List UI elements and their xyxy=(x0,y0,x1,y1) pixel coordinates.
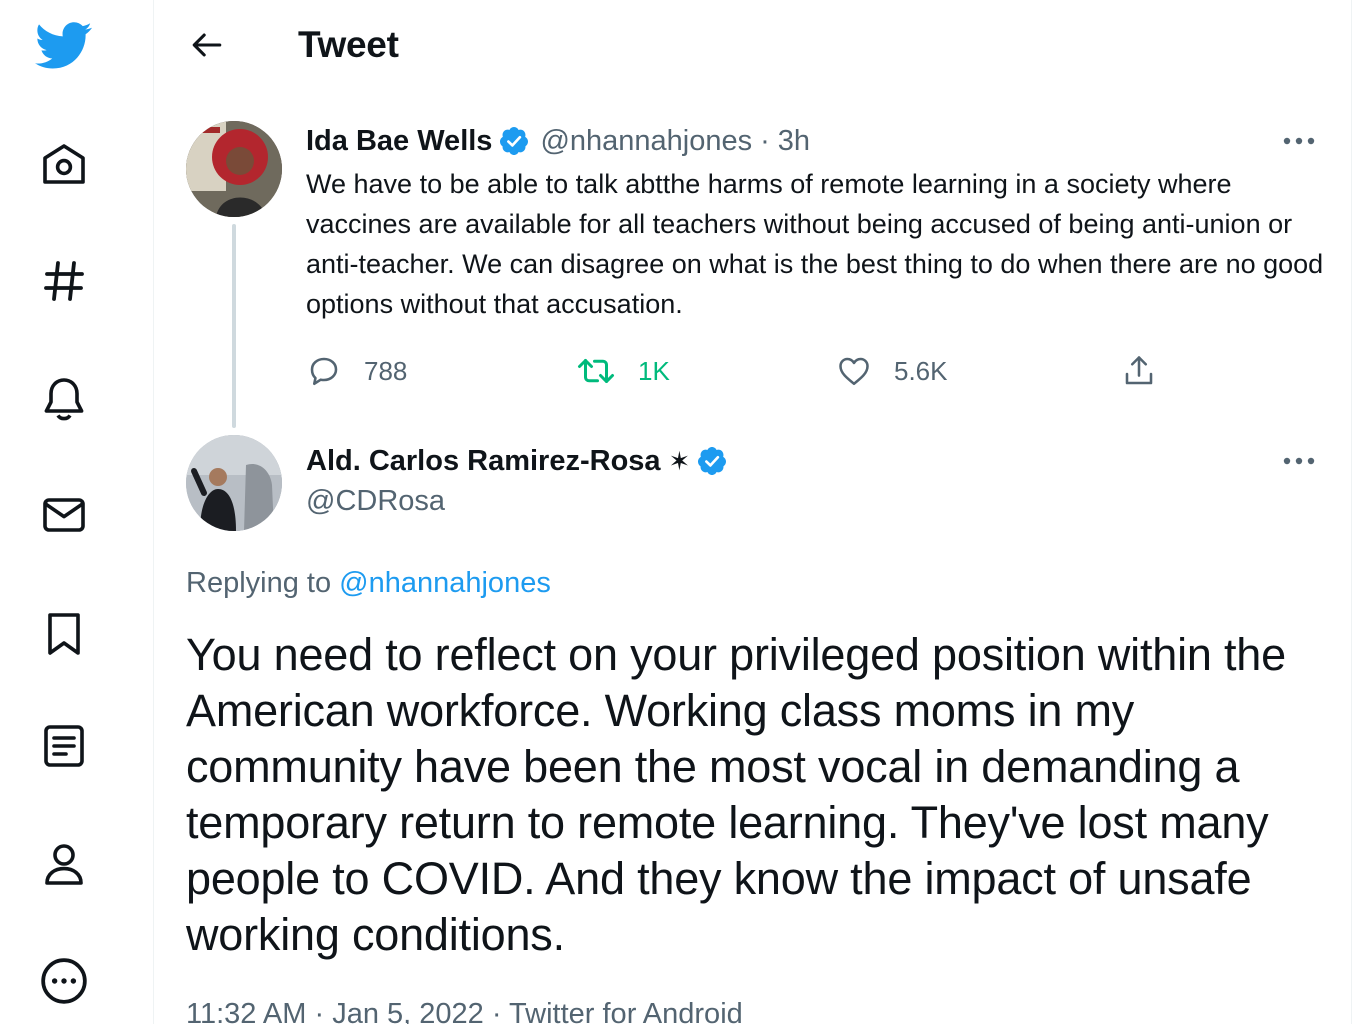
back-button[interactable] xyxy=(182,20,232,70)
tweet-metadata: 11:32 AM · Jan 5, 2022 · Twitter for And… xyxy=(186,994,743,1024)
reply-button[interactable]: 788 xyxy=(306,346,407,396)
tweet-date[interactable]: Jan 5, 2022 xyxy=(332,998,484,1024)
avatar[interactable] xyxy=(186,435,282,531)
author-handle[interactable]: @nhannahjones xyxy=(540,125,752,158)
bookmarks-icon[interactable] xyxy=(26,596,102,672)
more-dots-icon xyxy=(1283,137,1315,145)
retweet-button[interactable]: 1K xyxy=(576,346,670,396)
share-icon xyxy=(1125,356,1153,385)
avatar[interactable] xyxy=(186,121,282,217)
author-handle[interactable]: @CDRosa xyxy=(306,480,445,522)
avatar-image xyxy=(186,121,282,217)
tweet-more-button[interactable] xyxy=(1279,121,1319,161)
replying-to-handle-link[interactable]: @nhannahjones xyxy=(339,567,551,599)
explore-hashtag-icon[interactable] xyxy=(26,243,102,319)
reply-count: 788 xyxy=(364,355,408,386)
main-column: Tweet Ida Bae Wells @nhannahjones · 3h W… xyxy=(154,0,1352,1024)
messages-envelope-icon[interactable] xyxy=(26,477,102,553)
replying-to-label: Replying to xyxy=(186,567,332,599)
heart-icon xyxy=(839,357,869,386)
tweet-actions-bar: 788 1K 5.6K xyxy=(306,346,1206,396)
replying-to-line: Replying to @nhannahjones xyxy=(186,562,551,604)
share-button[interactable] xyxy=(1121,346,1157,396)
like-count: 5.6K xyxy=(894,355,948,386)
author-display-name[interactable]: Ida Bae Wells xyxy=(306,125,492,158)
back-arrow-icon xyxy=(192,33,222,57)
parent-author-row: Ida Bae Wells @nhannahjones · 3h xyxy=(306,120,810,162)
page-header: Tweet xyxy=(154,0,1351,90)
more-dots-icon xyxy=(1283,457,1315,465)
sidebar-nav xyxy=(0,0,154,1024)
retweet-count: 1K xyxy=(638,355,670,386)
like-button[interactable]: 5.6K xyxy=(836,346,948,396)
separator-dot: · xyxy=(760,124,770,157)
tweet-source: Twitter for Android xyxy=(509,998,743,1024)
tweet-timestamp[interactable]: 3h xyxy=(778,125,810,158)
verified-badge-icon xyxy=(696,445,728,477)
twitter-logo-icon[interactable] xyxy=(26,8,102,84)
lists-icon[interactable] xyxy=(26,708,102,784)
tweet-more-button[interactable] xyxy=(1279,441,1319,481)
reply-bubble-icon xyxy=(310,357,338,386)
name-star-symbol: ✶ xyxy=(668,445,691,476)
notifications-bell-icon[interactable] xyxy=(26,361,102,437)
author-display-name[interactable]: Ald. Carlos Ramirez-Rosa xyxy=(306,445,661,478)
avatar-image xyxy=(186,435,282,531)
more-icon[interactable] xyxy=(26,943,102,1019)
retweet-icon xyxy=(578,359,614,383)
page-title: Tweet xyxy=(298,24,399,65)
app-window: Tweet Ida Bae Wells @nhannahjones · 3h W… xyxy=(0,0,1371,1024)
verified-badge-icon xyxy=(498,125,530,157)
tweet-text: You need to reflect on your privileged p… xyxy=(186,629,1286,960)
separator-dot: · xyxy=(314,998,325,1024)
tweet-text: We have to be able to talk abtthe harms … xyxy=(306,169,1324,319)
thread-connector-line xyxy=(232,224,236,428)
profile-icon[interactable] xyxy=(26,826,102,902)
tweet-time[interactable]: 11:32 AM xyxy=(186,998,306,1024)
separator-dot: · xyxy=(491,998,502,1024)
home-icon[interactable] xyxy=(26,127,102,203)
reply-author-row: Ald. Carlos Ramirez-Rosa ✶ xyxy=(306,440,728,482)
